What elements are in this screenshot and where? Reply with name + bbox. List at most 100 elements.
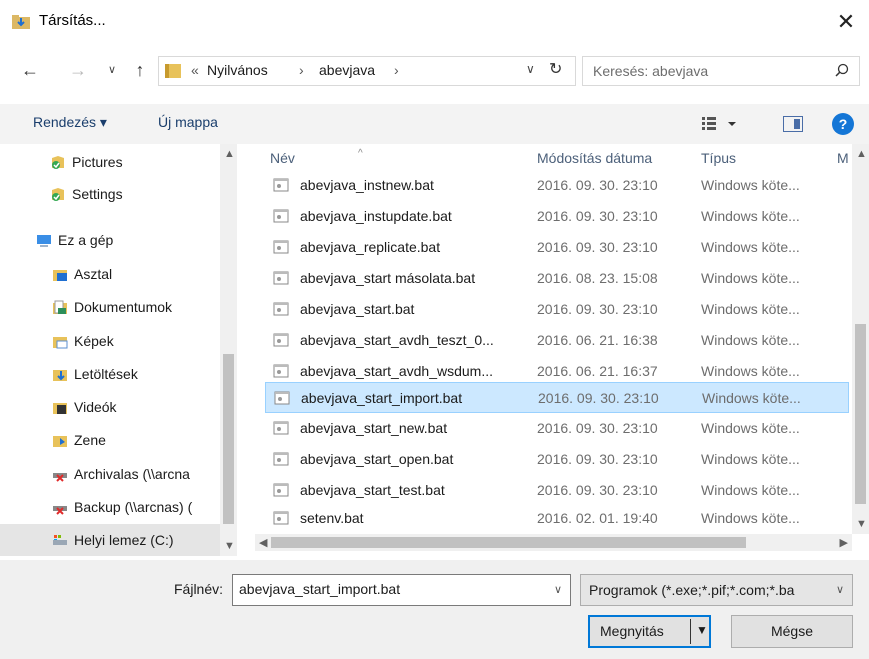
open-options-dropdown-icon[interactable]: ▼ (696, 623, 708, 637)
batch-file-icon (273, 178, 289, 192)
nav-item-documents[interactable]: Dokumentumok (0, 291, 220, 323)
filename-dropdown-icon[interactable]: ∨ (554, 583, 562, 596)
organize-menu-button[interactable]: Rendezés ▾ (33, 114, 107, 131)
cancel-button[interactable]: Mégse (731, 615, 853, 648)
breadcrumb-separator-icon[interactable]: › (299, 62, 304, 78)
title-bar: Társítás... ✕ (0, 0, 869, 44)
nav-item-downloads[interactable]: Letöltések (0, 358, 220, 390)
file-list-vertical-thumb[interactable] (855, 324, 866, 504)
refresh-icon[interactable]: ↻ (549, 59, 562, 79)
column-header-type[interactable]: Típus (701, 150, 736, 166)
computer-icon (37, 235, 51, 247)
file-list-horizontal-scrollbar[interactable]: ◀ ▶ (255, 534, 852, 551)
address-bar[interactable]: « Nyilvános › abevjava › ∨ ↻ (158, 56, 576, 86)
column-header-name[interactable]: Név ^ (270, 148, 363, 166)
scroll-left-icon[interactable]: ◀ (259, 536, 267, 549)
file-row-selected[interactable]: abevjava_start_import.bat 2016. 09. 30. 2… (265, 382, 849, 413)
pictures-folder-icon (53, 337, 68, 349)
nav-item-videos[interactable]: Videók (0, 391, 220, 423)
new-folder-button[interactable]: Új mappa (158, 114, 218, 130)
close-button[interactable]: ✕ (823, 0, 869, 44)
nav-item-pictures-folder[interactable]: Képek (0, 325, 220, 357)
scroll-down-icon[interactable]: ▼ (224, 540, 235, 552)
scroll-down-icon[interactable]: ▼ (856, 518, 867, 530)
folder-download-icon (12, 15, 30, 29)
scroll-right-icon[interactable]: ▶ (840, 536, 848, 549)
local-disk-icon (53, 535, 67, 545)
back-button[interactable]: ← (18, 58, 42, 82)
nav-item-local-disk[interactable]: Helyi lemez (C:) (0, 524, 220, 556)
downloads-folder-icon (53, 370, 67, 381)
nav-item-backup[interactable]: Backup (\\arcnas) ( (0, 491, 220, 523)
file-list-horizontal-thumb[interactable] (271, 537, 746, 548)
batch-file-icon (273, 364, 289, 378)
batch-file-icon (273, 483, 289, 497)
recent-locations-button[interactable]: ∨ (100, 58, 124, 82)
breadcrumb-separator-icon[interactable]: › (394, 62, 399, 78)
address-row: ← → ∨ ↑ « Nyilvános › abevjava › ∨ ↻ Ker… (0, 52, 869, 92)
up-button[interactable]: ↑ (128, 58, 152, 82)
file-row[interactable]: abevjava_start_new.bat 2016. 09. 30. 23:1… (265, 413, 849, 444)
arrow-left-icon: ← (21, 60, 39, 80)
forward-button[interactable]: → (66, 58, 90, 82)
close-icon: ✕ (836, 9, 856, 34)
nav-item-archivalas[interactable]: Archivalas (\\arcna (0, 458, 220, 490)
file-row[interactable]: abevjava_replicate.bat 2016. 09. 30. 23:1… (265, 232, 849, 263)
file-row[interactable]: abevjava_start_test.bat 2016. 09. 30. 23:… (265, 475, 849, 506)
network-drive-disconnected-icon (53, 473, 67, 482)
navigation-pane: Pictures Settings Ez a gép Asztal Dokume… (0, 144, 245, 556)
file-row[interactable]: abevjava_instupdate.bat 2016. 09. 30. 23:… (265, 201, 849, 232)
batch-file-icon (273, 421, 289, 435)
command-toolbar: Rendezés ▾ Új mappa ? (0, 104, 869, 144)
filename-input[interactable]: abevjava_start_import.bat ∨ (232, 574, 571, 606)
help-icon[interactable]: ? (832, 113, 854, 135)
arrow-right-icon: → (69, 60, 87, 80)
pictures-icon (52, 156, 64, 169)
file-list: Név ^ Módosítás dátuma Típus M abevjava_… (255, 144, 869, 534)
search-icon[interactable] (835, 63, 849, 77)
file-type-select[interactable]: Programok (*.exe;*.pif;*.com;*.ba ∨ (580, 574, 853, 606)
file-row[interactable]: setenv.bat 2016. 02. 01. 19:40 Windows köt… (265, 503, 849, 534)
file-row[interactable]: abevjava_start_avdh_teszt_0... 2016. 06. … (265, 325, 849, 356)
scroll-up-icon[interactable]: ▲ (856, 148, 867, 160)
split-separator (690, 619, 691, 644)
videos-folder-icon (53, 403, 67, 414)
nav-item-settings[interactable]: Settings (0, 178, 220, 210)
folder-icon (165, 64, 181, 78)
search-input[interactable]: Keresés: abevjava (582, 56, 860, 86)
arrow-up-icon: ↑ (135, 60, 145, 80)
nav-item-music[interactable]: Zene (0, 424, 220, 456)
batch-file-icon (273, 333, 289, 347)
open-button-label: Megnyitás (600, 623, 664, 639)
batch-file-icon (273, 511, 289, 525)
preview-pane-icon[interactable] (783, 116, 803, 132)
file-row[interactable]: abevjava_start_open.bat 2016. 09. 30. 23:… (265, 444, 849, 475)
batch-file-icon (274, 391, 290, 405)
dialog-footer: Fájlnév: abevjava_start_import.bat ∨ Pro… (0, 560, 869, 659)
music-folder-icon (53, 436, 67, 447)
column-header-modified[interactable]: Módosítás dátuma (537, 150, 652, 166)
window-title: Társítás... (39, 12, 106, 29)
view-options-icon[interactable] (702, 114, 742, 134)
breadcrumb-nyilvanos[interactable]: Nyilvános (207, 62, 268, 78)
address-dropdown-icon[interactable]: ∨ (526, 62, 535, 76)
sort-ascending-icon: ^ (358, 148, 363, 159)
file-row[interactable]: abevjava_start másolata.bat 2016. 08. 23.… (265, 263, 849, 294)
open-button[interactable]: Megnyitás ▼ (588, 615, 711, 648)
nav-pane-scroll-thumb[interactable] (223, 354, 234, 524)
file-row[interactable]: abevjava_instnew.bat 2016. 09. 30. 23:10 W… (265, 170, 849, 201)
batch-file-icon (273, 271, 289, 285)
nav-item-this-pc[interactable]: Ez a gép (0, 224, 220, 256)
nav-item-pictures[interactable]: Pictures (0, 146, 220, 178)
breadcrumb-abevjava[interactable]: abevjava (319, 62, 375, 78)
file-row[interactable]: abevjava_start.bat 2016. 09. 30. 23:10 Win… (265, 294, 849, 325)
file-list-vertical-scrollbar[interactable]: ▲ ▼ (852, 144, 869, 534)
nav-pane-scrollbar[interactable]: ▲ ▼ (220, 144, 237, 556)
chevron-down-icon: ∨ (835, 584, 844, 596)
overflow-chevron-icon[interactable]: « (191, 62, 199, 78)
filename-value: abevjava_start_import.bat (239, 581, 401, 597)
search-placeholder: Keresés: abevjava (593, 63, 709, 79)
column-header-size[interactable]: M (837, 150, 849, 166)
scroll-up-icon[interactable]: ▲ (224, 148, 235, 160)
nav-item-desktop[interactable]: Asztal (0, 258, 220, 290)
